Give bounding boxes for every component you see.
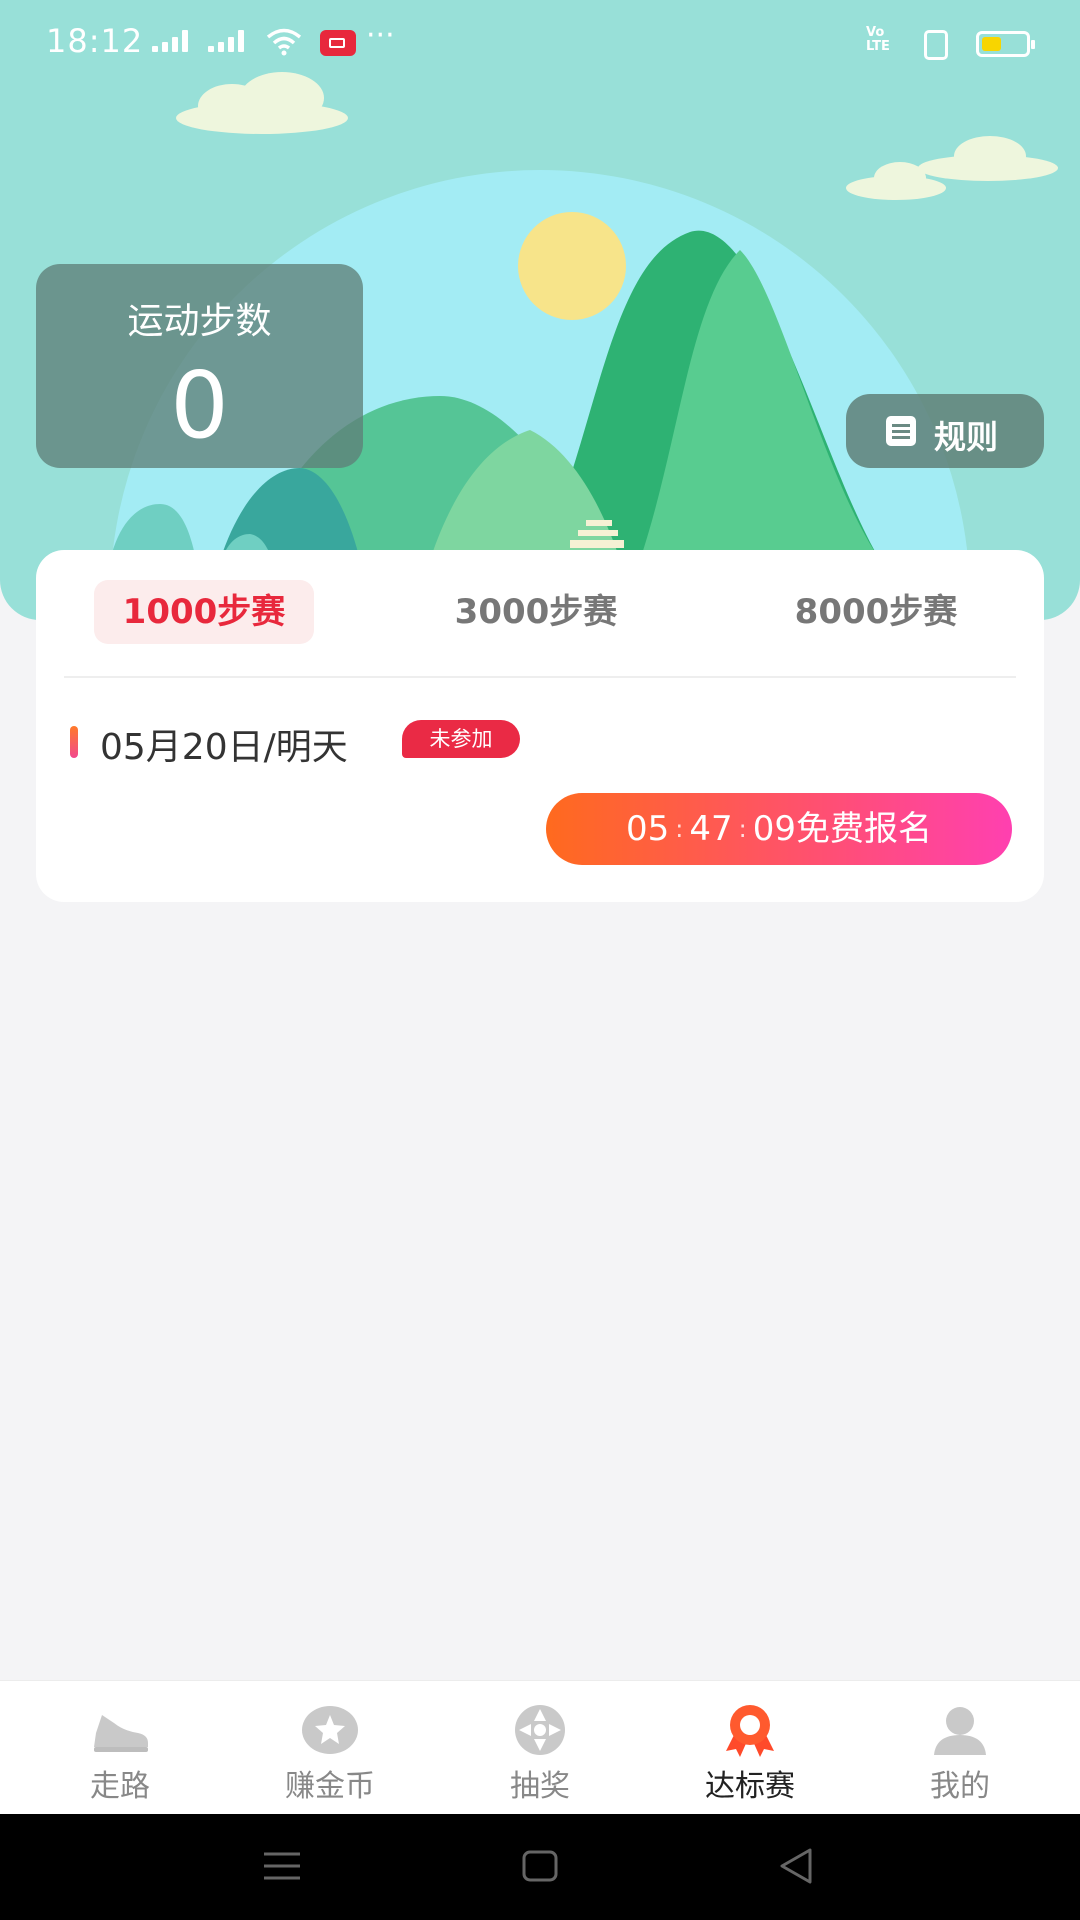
menu-icon[interactable] (262, 1846, 302, 1886)
tab-mine-label: 我的 (930, 1769, 990, 1804)
battery-level-fill (982, 37, 1001, 51)
countdown-separator: : (738, 815, 747, 843)
tab-lottery-label: 抽奖 (510, 1769, 570, 1804)
status-bar: 18:12 ··· Vo LTE (0, 0, 1080, 86)
tab-walk[interactable]: 走路 (12, 1681, 228, 1815)
tab-mine[interactable]: 我的 (852, 1681, 1068, 1815)
tab-earn-coins[interactable]: 赚金币 (222, 1681, 438, 1815)
tab-3000-steps[interactable]: 3000步赛 (426, 580, 646, 644)
back-icon[interactable] (776, 1846, 816, 1886)
medal-ribbon-icon (726, 1705, 774, 1757)
clipboard-icon (886, 416, 916, 446)
countdown-separator: : (675, 815, 684, 843)
user-icon (934, 1707, 986, 1755)
bottom-tab-bar: 走路 赚金币 抽奖 达标赛 我的 (0, 1680, 1080, 1815)
tab-lottery[interactable]: 抽奖 (432, 1681, 648, 1815)
tab-walk-label: 走路 (90, 1769, 150, 1804)
vibrate-icon (924, 30, 948, 60)
coin-star-icon (302, 1706, 358, 1754)
screen-record-icon (320, 30, 356, 56)
countdown-seconds: 09 (752, 809, 796, 849)
tab-1000-steps[interactable]: 1000步赛 (94, 580, 314, 644)
signal-bars-icon (152, 30, 196, 52)
volte-line1: Vo (866, 25, 885, 40)
rules-label: 规则 (934, 418, 999, 456)
hero-banner: 18:12 ··· Vo LTE 运动步数 0 规则 (0, 0, 1080, 620)
countdown-hours: 05 (626, 809, 670, 849)
date-marker (70, 726, 78, 758)
battery-icon (976, 31, 1035, 57)
status-badge: 未参加 (402, 720, 520, 758)
tab-challenge[interactable]: 达标赛 (642, 1681, 858, 1815)
lottery-wheel-icon (515, 1705, 565, 1755)
race-date: 05月20日/明天 (100, 727, 348, 768)
rules-button[interactable]: 规则 (846, 394, 1044, 468)
steps-value: 0 (170, 352, 229, 459)
system-navigation-bar (0, 1814, 1080, 1920)
countdown-minutes: 47 (689, 809, 733, 849)
tab-challenge-label: 达标赛 (705, 1769, 795, 1804)
volte-icon: Vo LTE (866, 26, 890, 54)
home-icon[interactable] (520, 1846, 560, 1886)
wifi-icon (266, 28, 302, 56)
tab-8000-steps[interactable]: 8000步赛 (766, 580, 986, 644)
volte-line2: LTE (866, 39, 890, 54)
free-signup-button[interactable]: 05:47:09免费报名 (546, 793, 1012, 865)
shoe-icon (94, 1715, 148, 1752)
signup-label: 免费报名 (795, 809, 932, 849)
tab-earn-coins-label: 赚金币 (285, 1769, 375, 1804)
steps-label: 运动步数 (127, 301, 272, 342)
more-dots-icon: ··· (366, 18, 395, 53)
step-count-card: 运动步数 0 (36, 264, 363, 468)
status-time: 18:12 (46, 22, 144, 60)
signal-bars-icon (208, 30, 252, 52)
tab-divider (64, 676, 1016, 678)
race-card: 1000步赛 3000步赛 8000步赛 05月20日/明天 未参加 05:47… (36, 550, 1044, 902)
